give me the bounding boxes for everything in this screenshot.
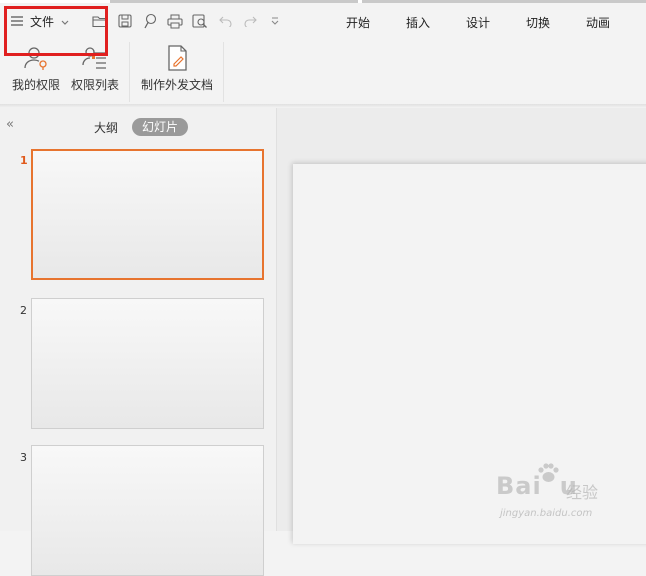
my-permission-button[interactable]: 我的权限	[12, 44, 60, 93]
format-painter-icon[interactable]	[140, 11, 160, 31]
tab-home[interactable]: 开始	[328, 14, 388, 31]
redo-icon[interactable]	[240, 11, 260, 31]
title-strip	[0, 0, 646, 3]
quick-access-toolbar: 文件 开始 插入 设计 切换 动画 幻	[0, 4, 646, 38]
undo-icon[interactable]	[216, 11, 236, 31]
open-folder-icon[interactable]	[90, 11, 110, 31]
user-list-icon	[81, 44, 109, 72]
ribbon-divider	[223, 42, 224, 102]
print-preview-icon[interactable]	[190, 11, 210, 31]
slides-panel: « 大纲 幻灯片 1 2 3	[0, 108, 277, 576]
make-outgoing-doc-button[interactable]: 制作外发文档	[141, 44, 213, 93]
slide-thumbnail-2[interactable]	[31, 298, 264, 429]
my-permission-label: 我的权限	[12, 78, 61, 92]
tab-outline[interactable]: 大纲	[94, 119, 118, 136]
collapse-panel-icon[interactable]: «	[6, 117, 14, 132]
chevron-down-icon	[60, 12, 70, 31]
customize-dropdown-icon[interactable]	[265, 11, 285, 31]
tab-slideshow[interactable]: 幻	[628, 14, 646, 31]
paw-icon	[536, 462, 560, 492]
make-outgoing-doc-label: 制作外发文档	[141, 78, 214, 92]
tab-animations[interactable]: 动画	[568, 14, 628, 31]
ribbon-panel: 我的权限 权限列表 制作外发文档	[0, 40, 646, 104]
file-menu-label: 文件	[30, 14, 55, 29]
watermark-url: jingyan.baidu.com	[500, 508, 593, 519]
title-strip-segment	[362, 0, 646, 3]
tab-design[interactable]: 设计	[448, 14, 508, 31]
slide-thumbnail-3[interactable]	[31, 445, 264, 576]
tab-transitions[interactable]: 切换	[508, 14, 568, 31]
title-strip-segment	[110, 0, 358, 3]
slide-number: 3	[20, 451, 27, 464]
permission-list-label: 权限列表	[71, 78, 120, 92]
file-menu-button[interactable]: 文件	[10, 10, 70, 32]
tab-slides[interactable]: 幻灯片	[132, 118, 188, 136]
slide-number: 2	[20, 304, 27, 317]
ribbon-divider	[129, 42, 130, 102]
slide-number: 1	[20, 154, 28, 167]
ribbon-tabs: 开始 插入 设计 切换 动画 幻	[328, 14, 646, 31]
user-key-icon	[22, 44, 50, 72]
save-icon[interactable]	[115, 11, 135, 31]
print-icon[interactable]	[165, 11, 185, 31]
document-edit-icon	[163, 44, 191, 72]
hamburger-icon	[10, 12, 24, 31]
slide-thumbnail-1[interactable]	[31, 149, 264, 280]
watermark-sub: 经验	[566, 483, 599, 502]
permission-list-button[interactable]: 权限列表	[71, 44, 119, 93]
baidu-watermark: Bai u 经验 jingyan.baidu.com	[496, 462, 646, 531]
tab-insert[interactable]: 插入	[388, 14, 448, 31]
